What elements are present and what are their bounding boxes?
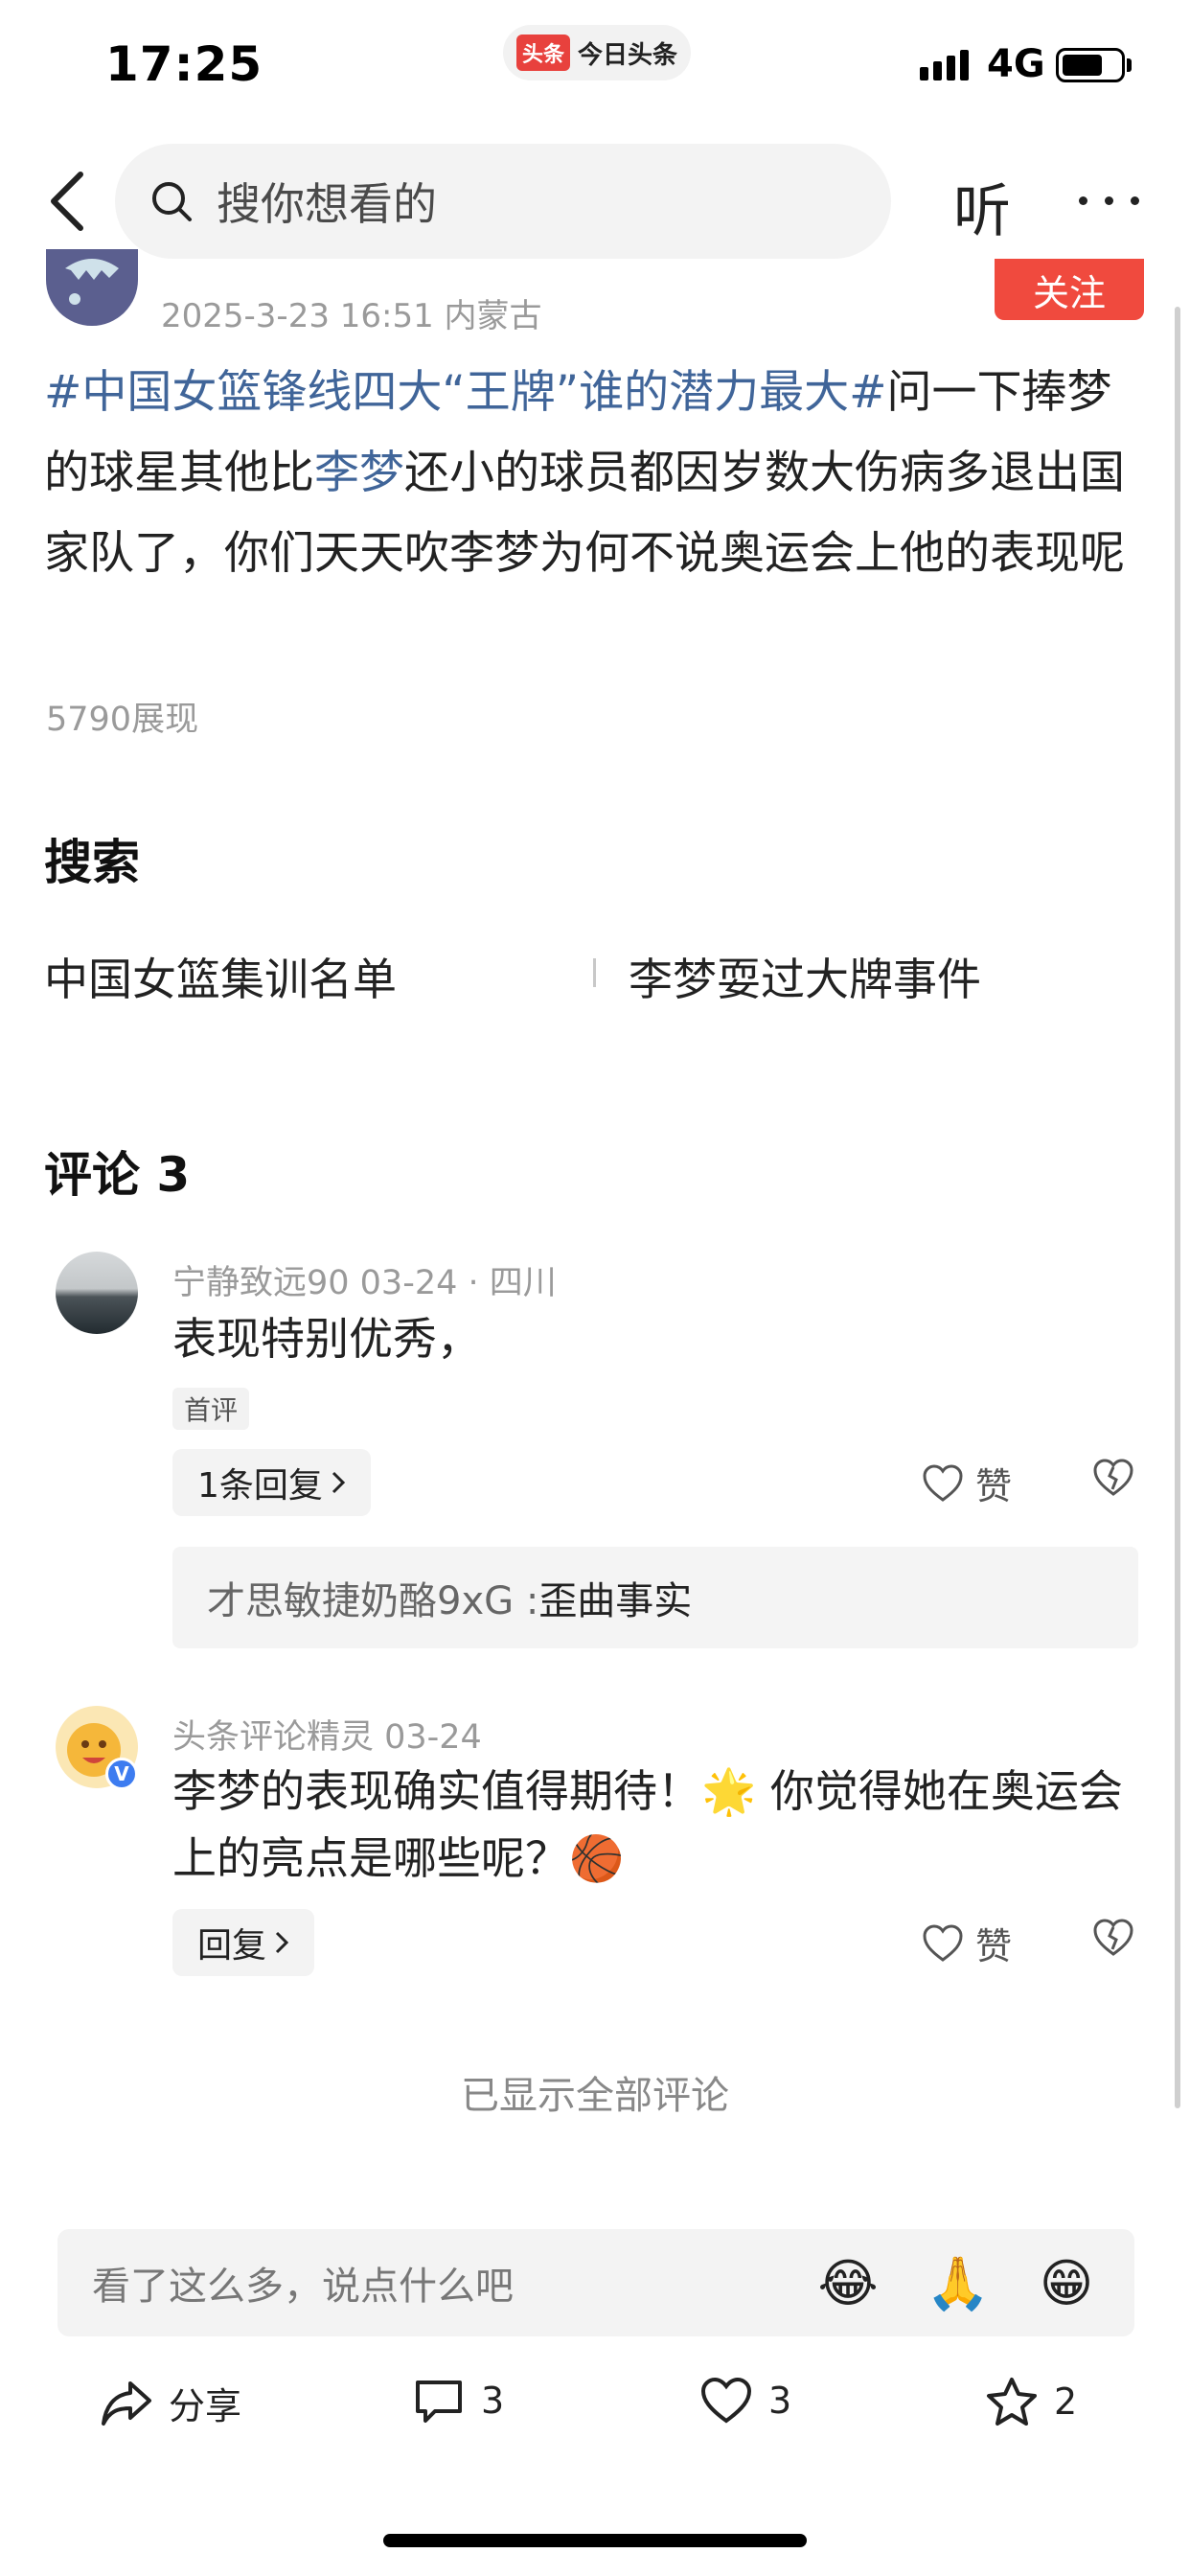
like-count: 3: [768, 2380, 792, 2422]
post-body: #中国女篮锋线四大“王牌”谁的潜力最大#问一下捧梦的球星其他比李梦还小的球员都因…: [44, 353, 1156, 594]
search-icon: [152, 182, 192, 221]
first-comment-badge: 首评: [172, 1388, 250, 1430]
app-logo: 头条: [515, 34, 570, 71]
like-button[interactable]: 3: [699, 2377, 791, 2425]
post-hashtag[interactable]: #中国女篮锋线四大“王牌”谁的潜力最大#: [44, 366, 886, 419]
share-button[interactable]: 分享: [100, 2377, 241, 2429]
search-heading: 搜索: [44, 835, 140, 890]
comment-meta: 头条评论精灵 03-24: [172, 1718, 482, 1757]
dot-icon: [1131, 196, 1139, 205]
back-button[interactable]: [38, 163, 96, 240]
broken-heart-icon: [1093, 1459, 1133, 1496]
comment-text: 表现特别优秀，: [172, 1313, 481, 1365]
comment-count: 3: [481, 2380, 505, 2422]
post-keyword-link[interactable]: 李梦: [314, 447, 404, 499]
comment-text: 李梦的表现确实值得期待！🌟 你觉得她在奥运会上的亮点是哪些呢？🏀: [172, 1765, 1123, 1884]
comment-dislike-button[interactable]: [1092, 1919, 1134, 1961]
dot-icon: [1079, 196, 1087, 205]
broken-heart-icon: [1093, 1919, 1133, 1956]
search-placeholder: 搜你想看的: [217, 178, 437, 230]
comment-placeholder: 看了这么多，说点什么吧: [92, 2265, 514, 2309]
verified-badge: V: [105, 1758, 138, 1790]
comment-dislike-button[interactable]: [1092, 1459, 1134, 1501]
post-views: 5790展现: [46, 701, 199, 739]
comment-like-button[interactable]: 赞: [922, 1457, 1012, 1509]
divider: [593, 958, 596, 987]
comment-like-button[interactable]: 赞: [922, 1917, 1012, 1969]
search-input[interactable]: 搜你想看的: [115, 144, 891, 259]
post-meta: 2025-3-23 16:51 内蒙古: [161, 297, 542, 335]
all-comments-shown: 已显示全部评论: [461, 2074, 729, 2118]
battery-tip: [1127, 58, 1132, 72]
pray-emoji-button[interactable]: 🙏: [926, 2252, 990, 2315]
status-time: 17:25: [105, 36, 263, 92]
reply-text: 歪曲事实: [538, 1579, 693, 1623]
heart-icon: [923, 1923, 963, 1962]
search-suggestion[interactable]: 中国女篮集训名单: [44, 945, 397, 1008]
home-indicator[interactable]: [383, 2534, 807, 2547]
reply-author: 才思敏捷奶酪9xG :: [207, 1579, 539, 1623]
laugh-cry-emoji-button[interactable]: 😂: [816, 2252, 880, 2315]
battery-icon: [1056, 48, 1125, 82]
heart-icon: [700, 2377, 752, 2424]
dot-icon: [1105, 196, 1113, 205]
view-replies-button[interactable]: 1条回复: [172, 1449, 371, 1516]
like-label: 赞: [975, 1465, 1013, 1507]
favorite-count: 2: [1054, 2380, 1078, 2423]
listen-button[interactable]: 听: [953, 165, 1011, 248]
replies-label: 1条回复: [197, 1466, 323, 1506]
commenter-avatar[interactable]: [56, 1252, 138, 1334]
favorite-button[interactable]: 2: [985, 2377, 1077, 2426]
author-avatar[interactable]: [46, 249, 138, 326]
like-label: 赞: [975, 1925, 1013, 1967]
search-suggestion[interactable]: 李梦耍过大牌事件: [629, 945, 981, 1008]
comment-icon: [416, 2380, 462, 2423]
reply-preview[interactable]: 才思敏捷奶酪9xG : 歪曲事实: [172, 1547, 1138, 1648]
chevron-right-icon: [275, 1931, 289, 1954]
more-menu-button[interactable]: [1079, 196, 1139, 205]
signal-icon: [920, 50, 969, 80]
follow-button[interactable]: 关注: [995, 259, 1144, 320]
share-icon: [102, 2380, 151, 2426]
share-label: 分享: [169, 2385, 242, 2427]
app-indicator: 头条 今日头条: [503, 25, 691, 80]
heart-icon: [923, 1463, 963, 1502]
comments-button[interactable]: 3: [412, 2377, 504, 2425]
network-type: 4G: [987, 42, 1045, 86]
app-name: 今日头条: [578, 40, 678, 70]
reply-button[interactable]: 回复: [172, 1909, 315, 1976]
scrollbar[interactable]: [1175, 307, 1180, 2108]
reply-label: 回复: [197, 1926, 267, 1966]
chevron-right-icon: [332, 1471, 346, 1494]
star-icon: [987, 2378, 1037, 2426]
comments-heading: 评论 3: [44, 1147, 191, 1203]
back-arrow-icon: [51, 172, 83, 231]
comment-meta: 宁静致远90 03-24 · 四川: [172, 1264, 557, 1302]
grin-emoji-button[interactable]: 😁: [1035, 2252, 1098, 2315]
